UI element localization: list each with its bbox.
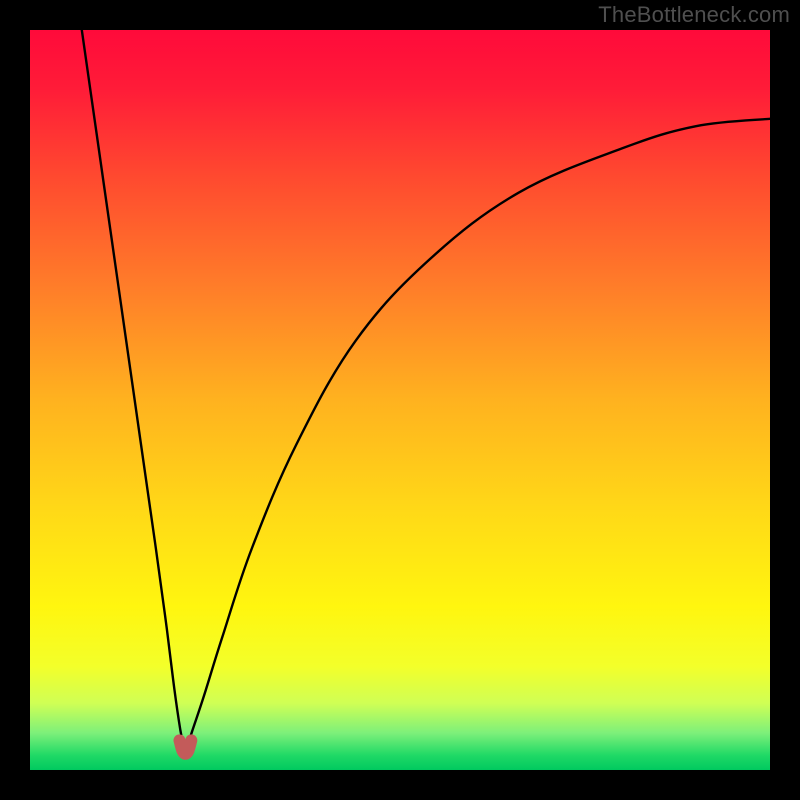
chart-frame: TheBottleneck.com <box>0 0 800 800</box>
plot-area <box>30 30 770 770</box>
plot-svg <box>30 30 770 770</box>
watermark-text: TheBottleneck.com <box>598 2 790 28</box>
notch-marker <box>179 740 191 753</box>
plot-background <box>30 30 770 770</box>
